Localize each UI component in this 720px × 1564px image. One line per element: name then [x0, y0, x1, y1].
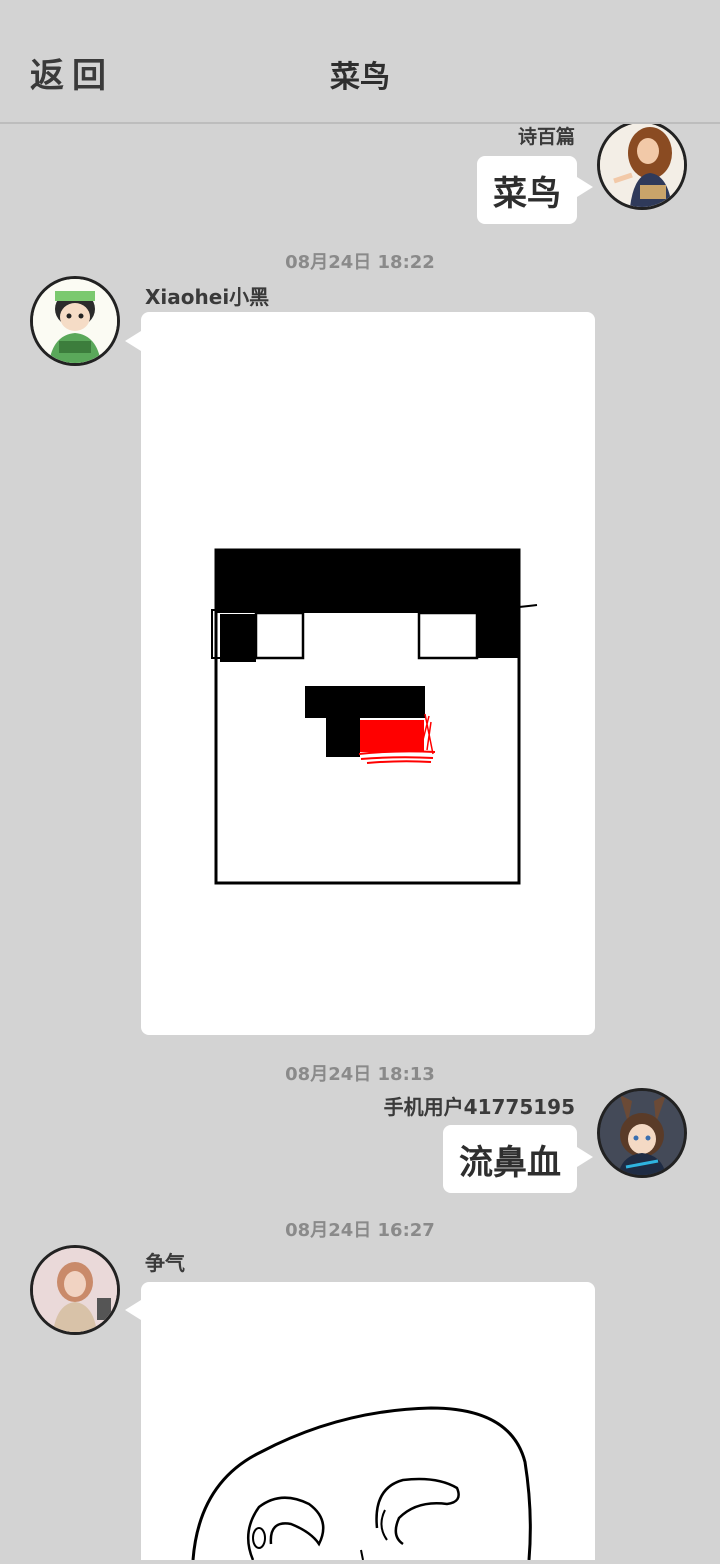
sender-name: 争气 — [145, 1251, 185, 1275]
avatar[interactable] — [597, 1088, 687, 1178]
pixel-face-drawing — [211, 548, 538, 885]
avatar[interactable] — [30, 276, 120, 366]
girl-curly-hair-avatar-icon — [600, 123, 684, 207]
image-message-bubble[interactable] — [141, 1282, 595, 1561]
sender-name: 诗百篇 — [517, 126, 575, 148]
top-bar: 返回 菜鸟 — [0, 0, 720, 124]
bunny-ear-anime-avatar-icon — [600, 1091, 684, 1175]
avatar[interactable] — [30, 1245, 120, 1335]
green-hat-cartoon-avatar-icon — [33, 279, 117, 363]
timestamp: 08月24日 18:22 — [285, 252, 435, 273]
bubble-tail — [577, 177, 593, 197]
avatar[interactable] — [597, 120, 687, 210]
woman-photo-avatar-icon — [33, 1248, 117, 1332]
message-bubble[interactable]: 流鼻血 — [443, 1125, 577, 1193]
bubble-tail — [577, 1147, 593, 1167]
message-text: 流鼻血 — [459, 1142, 561, 1183]
message-bubble[interactable]: 菜鸟 — [477, 156, 577, 224]
sender-name: Xiaohei小黑 — [145, 285, 270, 309]
message-text: 菜鸟 — [493, 173, 561, 214]
face-sketch-drawing — [191, 1406, 532, 1561]
bubble-tail — [125, 331, 141, 351]
bubble-tail — [125, 1300, 141, 1320]
image-message-bubble[interactable] — [141, 312, 595, 1035]
timestamp: 08月24日 18:13 — [285, 1064, 435, 1085]
page-title: 菜鸟 — [330, 60, 390, 95]
sender-name: 手机用户41775195 — [383, 1095, 575, 1119]
timestamp: 08月24日 16:27 — [285, 1220, 435, 1241]
